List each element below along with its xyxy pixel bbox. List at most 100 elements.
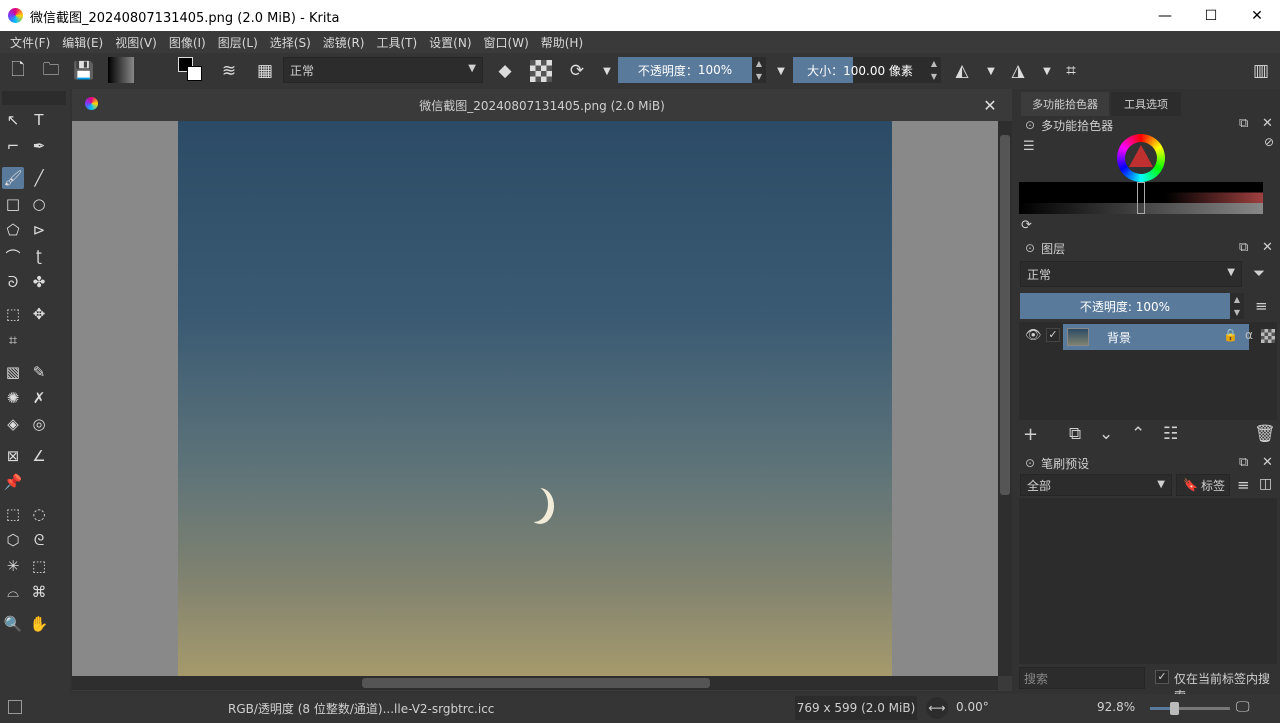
color-wheel[interactable]	[1117, 134, 1165, 182]
list-view-icon[interactable]: ≡	[1237, 476, 1250, 494]
move-layer-up-icon[interactable]: ⌃	[1131, 424, 1145, 444]
menu-edit[interactable]: 编辑(E)	[56, 34, 109, 51]
menu-filter[interactable]: 滤镜(R)	[317, 34, 371, 51]
similar-select-icon[interactable]: ⬚	[28, 555, 50, 577]
layer-blend-select[interactable]: 正常 ▼	[1020, 261, 1242, 287]
measure-tool-icon[interactable]: ∠	[28, 445, 50, 467]
menu-help[interactable]: 帮助(H)	[535, 34, 589, 51]
image-size-label[interactable]: 769 x 599 (2.0 MiB)	[795, 696, 917, 720]
no-color-icon[interactable]: ⊘	[1264, 135, 1274, 149]
menu-layer[interactable]: 图层(L)	[212, 34, 264, 51]
visibility-eye-icon[interactable]: 👁	[1025, 328, 1042, 343]
move-layer-down-icon[interactable]: ⌄	[1099, 424, 1113, 444]
opacity-stepper[interactable]: ▲ ▼	[752, 57, 766, 83]
close-panel-icon[interactable]: ✕	[1262, 240, 1273, 255]
float-panel-icon[interactable]: ⧉	[1239, 116, 1248, 131]
horizontal-scroll-thumb[interactable]	[362, 678, 710, 688]
zoom-tool-icon[interactable]: 🔍	[2, 613, 24, 635]
edit-shapes-icon[interactable]: ⌐	[2, 135, 24, 157]
maximize-button[interactable]: ☐	[1188, 0, 1234, 31]
lock-icon[interactable]: ⊙	[1025, 456, 1035, 470]
perspective-grid-icon[interactable]: ⊠	[2, 445, 24, 467]
calligraphy-icon[interactable]: ✒	[28, 135, 50, 157]
blend-mode-select[interactable]: 正常 ▼	[283, 57, 483, 83]
save-icon[interactable]: 💾	[71, 58, 97, 84]
reference-image-icon[interactable]: 📌	[2, 471, 24, 493]
selection-indicator-icon[interactable]	[8, 700, 22, 714]
inherit-alpha-icon[interactable]	[1261, 329, 1275, 343]
tab-tool-options[interactable]: 工具选项	[1111, 92, 1181, 116]
layer-opacity-slider[interactable]: 不透明度: 100%	[1020, 293, 1230, 319]
minimize-button[interactable]: —	[1142, 0, 1188, 31]
bezier-tool-icon[interactable]: ⌒	[2, 245, 24, 267]
chevron-down-icon[interactable]: ▼	[978, 58, 1004, 84]
freehand-select-icon[interactable]: ᘓ	[28, 529, 50, 551]
menu-tools[interactable]: 工具(T)	[370, 34, 423, 51]
gradient-preset-icon[interactable]	[108, 57, 134, 83]
crop-tool-icon[interactable]: ⌗	[2, 329, 24, 351]
smart-patch-icon[interactable]: ✺	[2, 387, 24, 409]
ellipse-select-icon[interactable]: ◌	[28, 503, 50, 525]
alpha-lock-icon[interactable]: α	[1245, 328, 1253, 342]
open-document-icon[interactable]: 🗀	[38, 58, 64, 84]
brush-tag-button[interactable]: 🔖 标签	[1176, 474, 1230, 496]
freehand-path-icon[interactable]: ʈ	[28, 245, 50, 267]
delete-layer-icon[interactable]: 🗑	[1254, 424, 1276, 444]
pattern-grid-icon[interactable]: ▦	[252, 58, 278, 84]
color-picker-icon[interactable]: ✎	[28, 361, 50, 383]
transform-tool-icon[interactable]: ⬚	[2, 303, 24, 325]
dock-layout-icon[interactable]: ▥	[1248, 58, 1274, 84]
dynamic-brush-icon[interactable]: ᘐ	[2, 271, 24, 293]
size-stepper[interactable]: ▲ ▼	[927, 57, 941, 83]
menu-icon[interactable]: ≡	[1255, 297, 1268, 315]
freehand-brush-icon[interactable]: 🖌	[2, 167, 24, 189]
ellipse-tool-icon[interactable]: ○	[28, 193, 50, 215]
eraser-icon[interactable]: ◆	[492, 58, 518, 84]
pan-tool-icon[interactable]: ✋	[28, 613, 50, 635]
close-document-button[interactable]: ✕	[981, 96, 999, 115]
color-swatch-icon[interactable]	[178, 57, 204, 83]
close-panel-icon[interactable]: ✕	[1262, 455, 1273, 470]
lock-icon[interactable]: ⊙	[1025, 118, 1035, 132]
mirror-horizontal-icon[interactable]: ◭	[949, 58, 975, 84]
brush-preset-list[interactable]	[1019, 498, 1277, 664]
multibrush-icon[interactable]: ✤	[28, 271, 50, 293]
brush-filter-select[interactable]: 全部 ▼	[1020, 474, 1172, 496]
layer-opacity-stepper[interactable]: ▲ ▼	[1230, 293, 1244, 319]
polygon-tool-icon[interactable]: ⬠	[2, 219, 24, 241]
layer-row[interactable]: 👁 ✓ 背景 🔒 α	[1019, 324, 1277, 350]
transparency-lock-icon[interactable]	[530, 60, 552, 82]
canvas-image[interactable]	[178, 121, 892, 676]
rect-select-icon[interactable]: ⬚	[2, 503, 24, 525]
gradient-tool-icon[interactable]: ▧	[2, 361, 24, 383]
layer-properties-icon[interactable]: ☷	[1163, 424, 1178, 444]
contiguous-select-icon[interactable]: ✳	[2, 555, 24, 577]
text-tool-icon[interactable]: T	[28, 109, 50, 131]
chevron-down-icon[interactable]: ▼	[768, 58, 794, 84]
duplicate-layer-icon[interactable]: ⧉	[1069, 424, 1081, 444]
close-button[interactable]: ✕	[1234, 0, 1280, 31]
line-tool-icon[interactable]: ╱	[28, 167, 50, 189]
fit-screen-icon[interactable]: 🖵	[1236, 699, 1250, 715]
rectangle-tool-icon[interactable]: □	[2, 193, 24, 215]
menu-view[interactable]: 视图(V)	[109, 34, 163, 51]
float-panel-icon[interactable]: ⧉	[1239, 240, 1248, 255]
chevron-down-icon[interactable]: ▼	[1034, 58, 1060, 84]
bezier-select-icon[interactable]: ⌓	[2, 581, 24, 603]
select-shapes-icon[interactable]: ↖	[2, 109, 24, 131]
color-list-icon[interactable]: ☰	[1023, 139, 1035, 154]
menu-settings[interactable]: 设置(N)	[423, 34, 477, 51]
chevron-down-icon[interactable]: ▼	[594, 58, 620, 84]
horizontal-scrollbar[interactable]	[72, 676, 998, 690]
magnetic-select-icon[interactable]: ⌘	[28, 581, 50, 603]
enclose-fill-icon[interactable]: ◎	[28, 413, 50, 435]
refresh-icon[interactable]: ⟳	[1021, 218, 1032, 233]
menu-file[interactable]: 文件(F)	[4, 34, 56, 51]
menu-image[interactable]: 图像(I)	[163, 34, 212, 51]
brush-search-input[interactable]: 搜索	[1019, 667, 1145, 689]
menu-select[interactable]: 选择(S)	[264, 34, 317, 51]
assistant-tool-icon[interactable]: ✗	[28, 387, 50, 409]
fill-tool-icon[interactable]: ◈	[2, 413, 24, 435]
lock-layer-icon[interactable]: 🔒	[1223, 328, 1238, 342]
vertical-scroll-thumb[interactable]	[1000, 135, 1010, 495]
